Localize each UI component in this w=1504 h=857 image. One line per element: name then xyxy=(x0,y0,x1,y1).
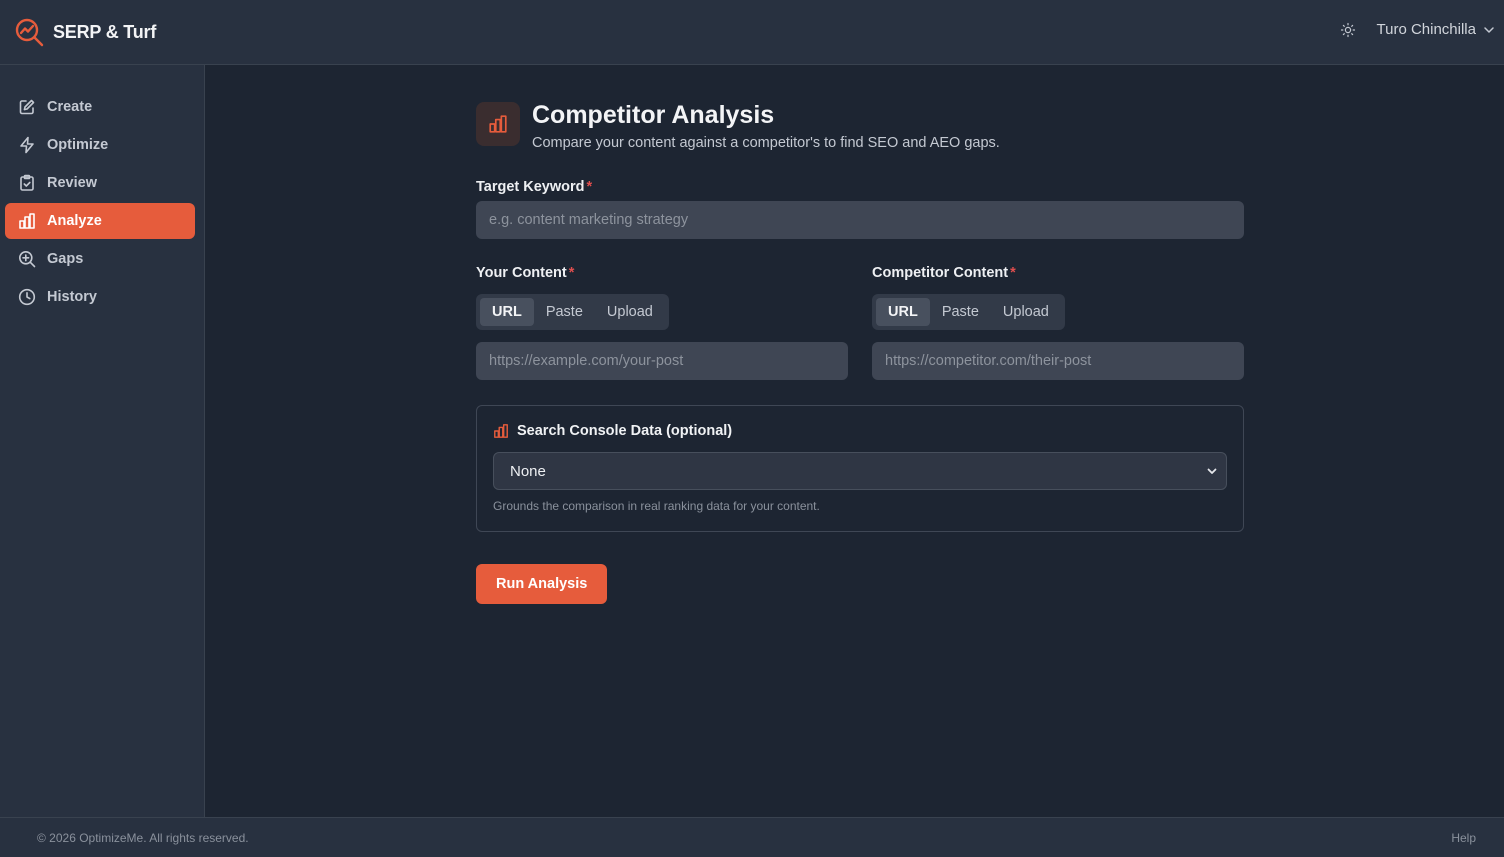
sidebar: Create Optimize Review Analyze Gaps Hist… xyxy=(0,65,205,817)
edit-icon xyxy=(19,99,35,115)
user-menu-name[interactable]: Turo Chinchilla xyxy=(1377,21,1477,38)
footer-copyright: © 2026 OptimizeMe. All rights reserved. xyxy=(37,830,249,845)
required-marker: * xyxy=(586,179,593,195)
footer: © 2026 OptimizeMe. All rights reserved. … xyxy=(0,817,1504,857)
clipboard-check-icon xyxy=(20,174,34,191)
bar-chart-icon xyxy=(494,424,508,438)
logo-icon xyxy=(15,18,44,47)
competitor-content-tab-paste[interactable]: Paste xyxy=(930,298,991,326)
page-subtitle: Compare your content against a competito… xyxy=(532,135,1000,151)
required-marker: * xyxy=(568,265,575,281)
bolt-icon xyxy=(20,136,34,154)
your-content-label-text: Your Content xyxy=(476,265,567,281)
theme-toggle-icon[interactable] xyxy=(1340,22,1356,38)
search-console-hint: Grounds the comparison in real ranking d… xyxy=(493,499,820,513)
chevron-down-icon xyxy=(1207,468,1217,474)
footer-help-link[interactable]: Help xyxy=(1451,831,1476,845)
sidebar-item-label: History xyxy=(47,289,97,305)
competitor-content-source-tabs: URL Paste Upload xyxy=(872,294,1065,330)
your-content-label: Your Content * xyxy=(476,265,848,281)
search-console-panel: Search Console Data (optional) None Grou… xyxy=(476,405,1244,532)
main-content: Competitor Analysis Compare your content… xyxy=(476,101,1244,604)
sidebar-item-label: Gaps xyxy=(47,251,84,267)
zoom-in-icon xyxy=(19,251,36,268)
your-content-url-input[interactable] xyxy=(476,342,848,380)
competitor-content-tab-upload[interactable]: Upload xyxy=(991,298,1061,326)
competitor-content-url-input[interactable] xyxy=(872,342,1244,380)
competitor-content-section: Competitor Content * URL Paste Upload xyxy=(872,265,1244,380)
bar-chart-icon xyxy=(19,213,35,229)
sidebar-item-create[interactable]: Create xyxy=(5,89,195,125)
sidebar-item-gaps[interactable]: Gaps xyxy=(5,241,195,277)
sidebar-item-review[interactable]: Review xyxy=(5,165,195,201)
page-header: Competitor Analysis Compare your content… xyxy=(476,101,1244,151)
competitor-content-label: Competitor Content * xyxy=(872,265,1244,281)
brand[interactable]: SERP & Turf xyxy=(14,17,156,47)
your-content-tab-paste[interactable]: Paste xyxy=(534,298,595,326)
target-keyword-input[interactable] xyxy=(476,201,1244,239)
your-content-section: Your Content * URL Paste Upload xyxy=(476,265,848,380)
top-bar: SERP & Turf Turo Chinchilla xyxy=(0,0,1504,65)
competitor-content-tab-url[interactable]: URL xyxy=(876,298,930,326)
your-content-tab-url[interactable]: URL xyxy=(480,298,534,326)
search-console-title-text: Search Console Data (optional) xyxy=(517,423,733,439)
sidebar-item-label: Optimize xyxy=(47,137,109,153)
sidebar-item-label: Analyze xyxy=(47,213,102,229)
target-keyword-label-text: Target Keyword xyxy=(476,179,585,195)
page-title: Competitor Analysis xyxy=(532,101,775,129)
your-content-tab-upload[interactable]: Upload xyxy=(595,298,665,326)
search-console-select[interactable]: None xyxy=(493,452,1227,490)
clock-icon xyxy=(18,288,36,306)
search-console-title: Search Console Data (optional) xyxy=(493,423,1227,439)
sidebar-item-analyze[interactable]: Analyze xyxy=(5,203,195,239)
brand-name: SERP & Turf xyxy=(53,21,157,42)
competitor-content-label-text: Competitor Content xyxy=(872,265,1009,281)
sidebar-item-history[interactable]: History xyxy=(5,279,195,315)
sidebar-item-label: Review xyxy=(47,175,97,191)
run-analysis-button[interactable]: Run Analysis xyxy=(476,564,608,604)
chevron-down-icon[interactable] xyxy=(1482,23,1496,37)
sidebar-item-label: Create xyxy=(47,99,93,115)
required-marker: * xyxy=(1010,265,1016,281)
page-icon xyxy=(476,102,520,146)
bar-chart-icon xyxy=(489,115,507,133)
target-keyword-label: Target Keyword * xyxy=(476,179,592,195)
search-console-selected-value: None xyxy=(510,462,546,480)
your-content-source-tabs: URL Paste Upload xyxy=(476,294,669,330)
sidebar-item-optimize[interactable]: Optimize xyxy=(5,127,195,163)
